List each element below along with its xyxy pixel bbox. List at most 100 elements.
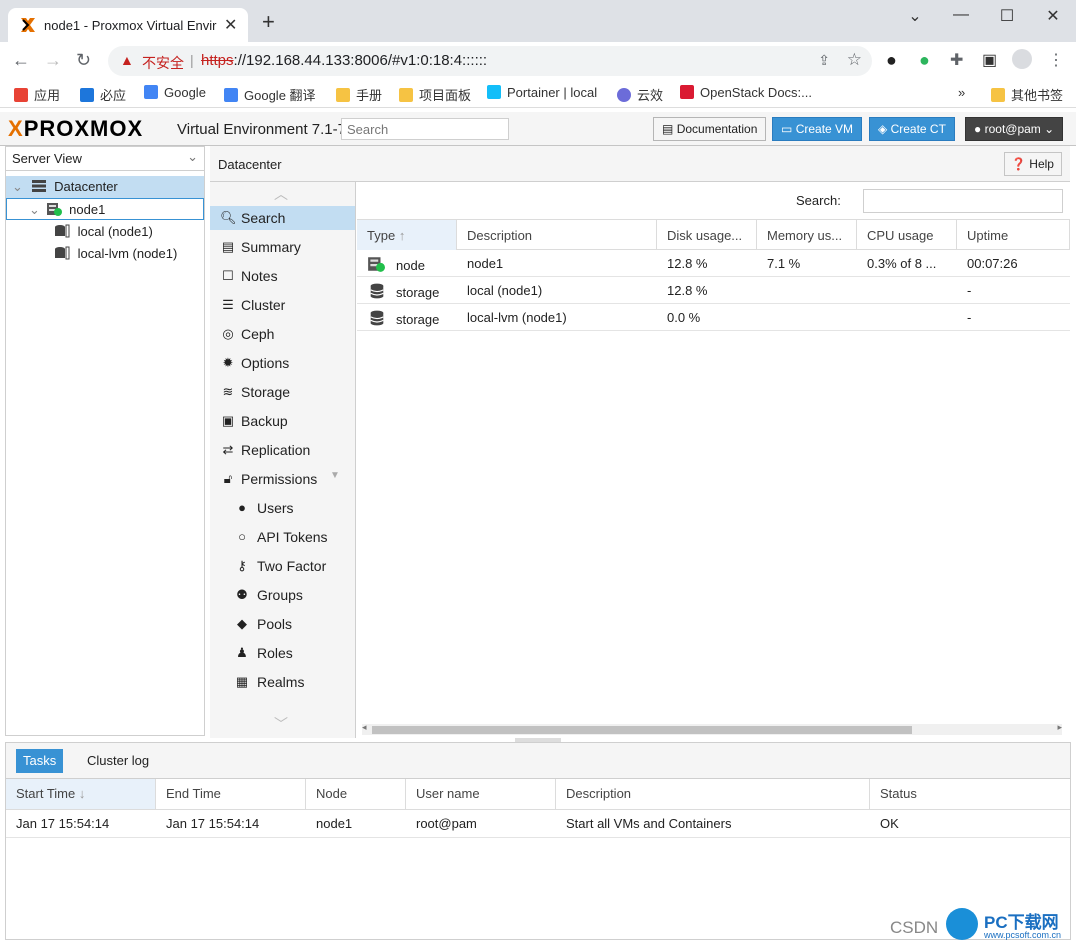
- browser-tab[interactable]: node1 - Proxmox Virtual Envir ✕: [8, 8, 248, 42]
- maximize-icon[interactable]: ☐: [992, 6, 1022, 26]
- warning-icon[interactable]: ▲: [120, 52, 134, 68]
- table-row[interactable]: Jan 17 15:54:14 Jan 17 15:54:14 node1 ro…: [6, 810, 1070, 838]
- grid-search-input[interactable]: [863, 189, 1063, 213]
- close-window-icon[interactable]: ✕: [1038, 6, 1068, 26]
- bookmark-project-panel[interactable]: 项目面板: [399, 85, 471, 104]
- nav-summary[interactable]: ▤ Summary: [210, 235, 355, 259]
- tree-item-datacenter[interactable]: ⌄ Datacenter: [6, 176, 204, 198]
- url-protocol: https: [201, 52, 234, 69]
- table-row[interactable]: storage local-lvm (node1) 0.0 % -: [357, 304, 1070, 331]
- browser-toolbar: ← → ↻ ▲ 不安全 | https://192.168.44.133:800…: [0, 42, 1076, 80]
- scrollbar-thumb[interactable]: [372, 726, 912, 734]
- table-row[interactable]: storage local (node1) 12.8 % -: [357, 277, 1070, 304]
- profile-avatar[interactable]: [1012, 49, 1032, 69]
- view-selector[interactable]: Server View ⌄: [6, 147, 204, 171]
- insecure-label[interactable]: 不安全: [142, 53, 184, 73]
- user-menu-button[interactable]: ● root@pam ⌄: [965, 117, 1064, 141]
- column-node[interactable]: Node: [306, 779, 406, 809]
- tasks-tabbar: Tasks Cluster log: [6, 743, 1070, 779]
- address-bar[interactable]: ▲ 不安全 | https://192.168.44.133:8006/#v1:…: [108, 46, 872, 76]
- bookmarks-overflow[interactable]: »: [958, 85, 965, 100]
- bookmark-apps[interactable]: 应用: [14, 85, 60, 104]
- column-memory[interactable]: Memory us...: [757, 220, 857, 250]
- column-cpu[interactable]: CPU usage: [857, 220, 957, 250]
- bookmark-yunxiao[interactable]: 云效: [617, 85, 663, 104]
- translate-icon: [224, 88, 238, 102]
- evernote-icon[interactable]: ●: [919, 50, 930, 71]
- nav-ceph[interactable]: ◎ Ceph: [210, 322, 355, 346]
- create-vm-button[interactable]: ▭ Create VM: [772, 117, 863, 141]
- close-tab-icon[interactable]: ✕: [224, 15, 237, 35]
- column-uptime[interactable]: Uptime: [957, 220, 1070, 250]
- nav-notes[interactable]: ☐ Notes: [210, 264, 355, 288]
- bookmark-other[interactable]: 其他书签: [991, 85, 1063, 104]
- bookmark-bing[interactable]: 必应: [80, 85, 126, 104]
- content-header: Datacenter ❓ Help: [210, 146, 1070, 182]
- node-online-icon: [368, 257, 385, 272]
- nav-storage[interactable]: ≋ Storage: [210, 380, 355, 404]
- column-start-time[interactable]: Start Time ↓: [6, 779, 156, 809]
- apps-icon: [14, 88, 28, 102]
- tab-tasks[interactable]: Tasks: [16, 749, 64, 773]
- nav-replication[interactable]: ⇄ Replication: [210, 438, 355, 462]
- nav-pools[interactable]: ◆ Pools: [210, 612, 355, 636]
- nav-backup[interactable]: ▣ Backup: [210, 409, 355, 433]
- user-icon: ●: [238, 500, 246, 515]
- tree-item-local[interactable]: local (node1): [54, 221, 153, 243]
- menu-icon[interactable]: ⋮: [1048, 50, 1064, 70]
- header-search-input[interactable]: Search: [341, 118, 509, 140]
- nav-search[interactable]: 🔍︎ Search: [210, 206, 355, 230]
- minimize-icon[interactable]: —: [946, 6, 976, 24]
- documentation-button[interactable]: ▤ Documentation: [653, 117, 767, 141]
- reload-icon[interactable]: ↻: [76, 50, 91, 71]
- address-book-icon: ▦: [235, 674, 249, 689]
- share-icon[interactable]: ⇪: [818, 52, 830, 69]
- column-disk[interactable]: Disk usage...: [657, 220, 757, 250]
- database-icon: [370, 283, 384, 299]
- bookmark-google-translate[interactable]: Google 翻译: [224, 85, 316, 104]
- nav-permissions[interactable]: 🔓︎ Permissions ▼: [210, 467, 355, 491]
- sidepanel-icon[interactable]: ▣: [982, 50, 997, 70]
- bookmark-openstack[interactable]: OpenStack Docs:...: [680, 85, 812, 100]
- table-row[interactable]: node node1 12.8 % 7.1 % 0.3% of 8 ... 00…: [357, 250, 1070, 277]
- create-ct-button[interactable]: ◈ Create CT: [869, 117, 955, 141]
- help-button[interactable]: ❓ Help: [1004, 152, 1062, 176]
- nav-two-factor[interactable]: ⚷ Two Factor: [210, 554, 355, 578]
- nav-options[interactable]: ✹ Options: [210, 351, 355, 375]
- horizontal-scrollbar[interactable]: ◂ ▸: [362, 722, 1062, 735]
- browser-tab-title: node1 - Proxmox Virtual Envir: [44, 18, 217, 33]
- storage-icon: [55, 224, 70, 238]
- column-description[interactable]: Description: [556, 779, 870, 809]
- new-tab-button[interactable]: +: [262, 11, 275, 33]
- chevron-down-icon[interactable]: ⌄: [900, 6, 930, 26]
- nav-cluster[interactable]: ☰ Cluster: [210, 293, 355, 317]
- nav-roles[interactable]: ♟ Roles: [210, 641, 355, 665]
- scroll-down-icon[interactable]: ﹀: [274, 714, 288, 734]
- nav-groups[interactable]: ⚉ Groups: [210, 583, 355, 607]
- tree-item-node1[interactable]: ⌄ node1: [6, 198, 204, 220]
- tree-item-local-lvm[interactable]: local-lvm (node1): [54, 243, 177, 265]
- column-end-time[interactable]: End Time: [156, 779, 306, 809]
- back-icon[interactable]: ←: [12, 50, 30, 71]
- nav-users[interactable]: ● Users: [210, 496, 355, 520]
- scroll-up-icon[interactable]: ︿: [274, 184, 288, 204]
- url-path: ://192.168.44.133:8006/#v1:0:18:4::::::: [233, 52, 488, 69]
- cube-icon: ◈: [878, 122, 888, 136]
- column-user-name[interactable]: User name: [406, 779, 556, 809]
- bookmark-star-icon[interactable]: ☆: [847, 50, 862, 70]
- url-text[interactable]: https://192.168.44.133:8006/#v1:0:18:4::…: [201, 52, 487, 69]
- extension-icon[interactable]: ●: [886, 50, 897, 71]
- puzzle-icon[interactable]: ✚: [950, 50, 963, 70]
- forward-icon[interactable]: →: [44, 50, 62, 71]
- column-type[interactable]: Type ↑: [357, 220, 457, 250]
- bookmark-portainer[interactable]: Portainer | local: [487, 85, 597, 100]
- column-status[interactable]: Status: [870, 779, 1070, 809]
- bookmark-manual[interactable]: 手册: [336, 85, 382, 104]
- column-description[interactable]: Description: [457, 220, 657, 250]
- tab-cluster-log[interactable]: Cluster log: [80, 749, 156, 773]
- notes-icon: ☐: [222, 268, 234, 283]
- bookmark-google[interactable]: Google: [144, 85, 206, 100]
- nav-realms[interactable]: ▦ Realms: [210, 670, 355, 694]
- nav-api-tokens[interactable]: ○ API Tokens: [210, 525, 355, 549]
- openstack-icon: [680, 85, 694, 99]
